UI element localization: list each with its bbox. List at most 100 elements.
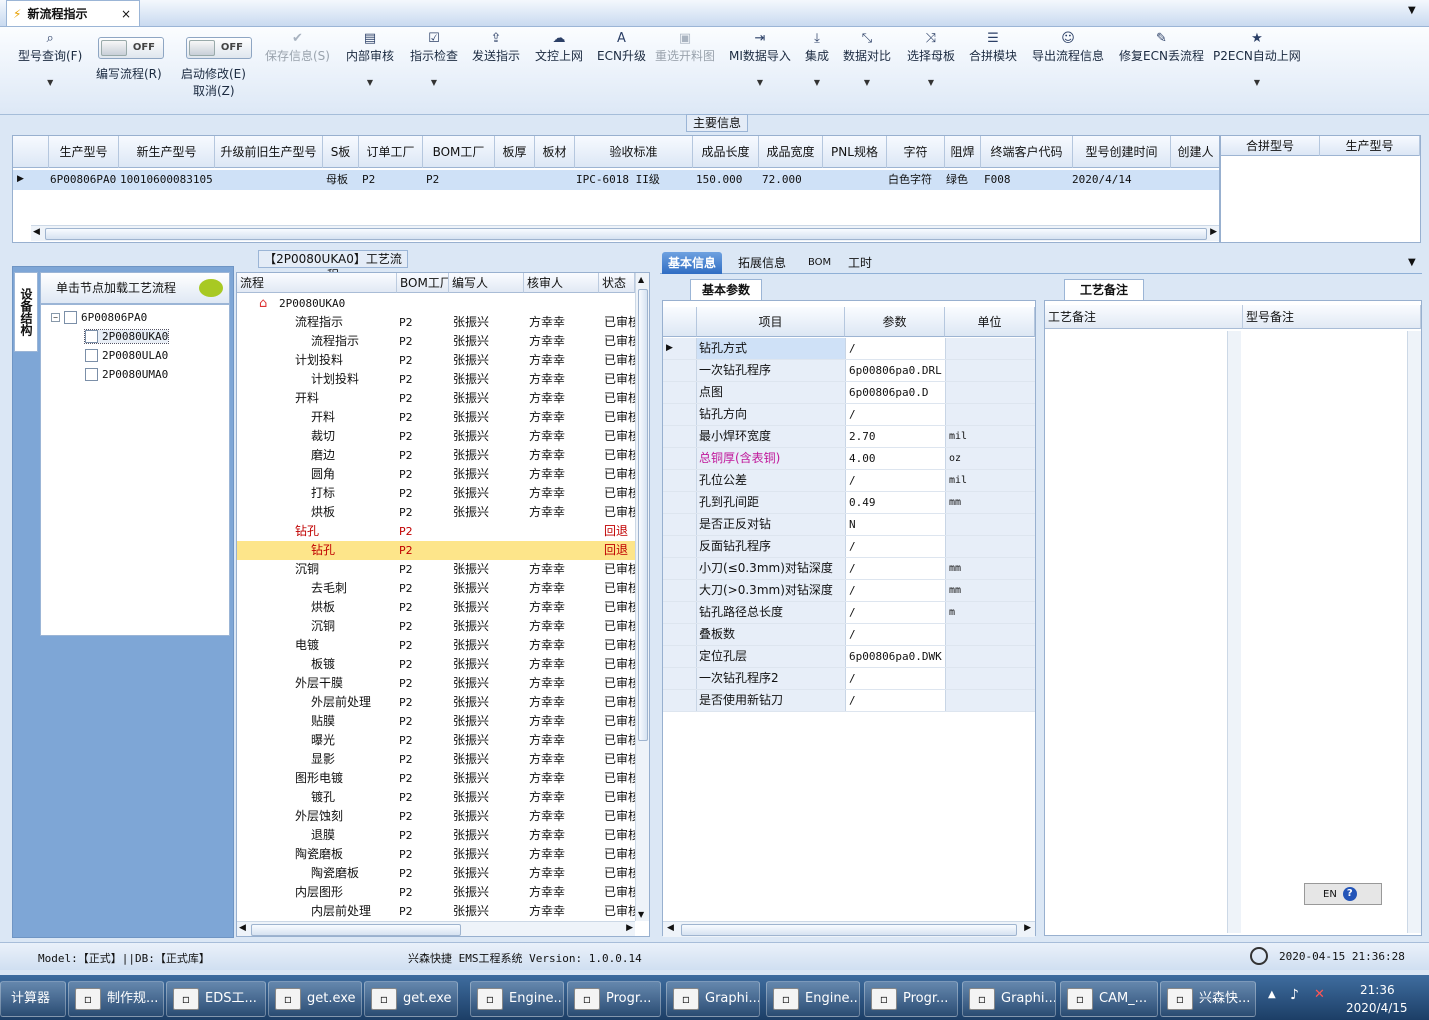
- model-query-button[interactable]: ⌕ 型号查询(F) ▼: [18, 31, 82, 87]
- param-row[interactable]: 反面钻孔程序 /: [663, 536, 1035, 558]
- tree-node-child[interactable]: 2P0080UMA0: [85, 368, 168, 381]
- cancel-label[interactable]: 取消(Z): [193, 82, 235, 99]
- taskbar-item[interactable]: ▫ Progr...: [567, 981, 661, 1017]
- tab-device-structure[interactable]: 设备结构: [14, 272, 38, 352]
- process-row[interactable]: 沉铜 P2 张振兴 方幸幸 已审核: [237, 617, 635, 636]
- collapse-icon[interactable]: −: [51, 313, 60, 322]
- param-value[interactable]: /: [845, 580, 945, 601]
- param-value[interactable]: 0.49: [845, 492, 945, 513]
- param-value[interactable]: /: [845, 558, 945, 579]
- param-row[interactable]: 孔到孔间距 0.49 mm: [663, 492, 1035, 514]
- param-value[interactable]: /: [845, 404, 945, 425]
- col-header[interactable]: 工艺备注: [1045, 305, 1243, 329]
- process-row[interactable]: −计划投料P2张振兴方幸幸已审核: [237, 351, 635, 370]
- param-row[interactable]: 钻孔方向 /: [663, 404, 1035, 426]
- col-header[interactable]: 状态: [599, 273, 635, 293]
- col-header[interactable]: 验收标准: [575, 136, 693, 168]
- cell-customer-code[interactable]: F008: [981, 170, 1073, 190]
- select-mother-board-button[interactable]: ⤨ 选择母板 ▼: [907, 31, 955, 87]
- tab-basic-params[interactable]: 基本参数: [690, 279, 762, 300]
- tree-node-child[interactable]: 2P0080UKA0: [83, 329, 170, 344]
- vertical-scrollbar[interactable]: [1227, 331, 1241, 933]
- save-info-button[interactable]: ✔ 保存信息(S): [265, 31, 330, 64]
- process-row[interactable]: −钻孔P2回退: [237, 522, 635, 541]
- col-header[interactable]: 升级前旧生产型号: [215, 136, 323, 168]
- process-row[interactable]: 外层前处理 P2 张振兴 方幸幸 已审核: [237, 693, 635, 712]
- param-value[interactable]: N: [845, 514, 945, 535]
- scroll-left-icon[interactable]: ◀: [239, 923, 246, 933]
- tab-bom[interactable]: BOM: [802, 252, 837, 274]
- col-header[interactable]: 项目: [697, 307, 845, 337]
- process-row[interactable]: 圆角 P2 张振兴 方幸幸 已审核: [237, 465, 635, 484]
- process-row[interactable]: 板镀 P2 张振兴 方幸幸 已审核: [237, 655, 635, 674]
- cell-length[interactable]: 150.000: [693, 170, 759, 190]
- scroll-right-icon[interactable]: ▶: [1210, 227, 1217, 237]
- process-root-row[interactable]: − ⌂ 2P0080UKA0: [237, 294, 635, 313]
- process-row[interactable]: −电镀P2张振兴方幸幸已审核: [237, 636, 635, 655]
- col-header[interactable]: 生产型号: [1320, 136, 1420, 156]
- data-compare-button[interactable]: ⤡ 数据对比 ▼: [843, 31, 891, 87]
- process-row[interactable]: 烘板 P2 张振兴 方幸幸 已审核: [237, 503, 635, 522]
- process-row[interactable]: 烘板 P2 张振兴 方幸幸 已审核: [237, 598, 635, 617]
- clock-time[interactable]: 21:36: [1360, 983, 1395, 997]
- process-row[interactable]: −外层蚀刻P2张振兴方幸幸已审核: [237, 807, 635, 826]
- col-header[interactable]: 合拼型号: [1221, 136, 1320, 156]
- clock-date[interactable]: 2020/4/15: [1346, 1001, 1408, 1015]
- taskbar-item[interactable]: ▫ 制作规...: [68, 981, 164, 1017]
- ecn-upgrade-button[interactable]: A ECN升级: [597, 31, 646, 64]
- param-row[interactable]: 钻孔路径总长度 / m: [663, 602, 1035, 624]
- tree-node-child[interactable]: 2P0080ULA0: [85, 349, 168, 362]
- taskbar-item[interactable]: ▫ get.exe: [268, 981, 362, 1017]
- cell-model[interactable]: 6P00806PA0: [47, 170, 119, 190]
- col-header[interactable]: 板厚: [495, 136, 535, 168]
- param-value[interactable]: /: [845, 338, 945, 359]
- scroll-right-icon[interactable]: ▶: [1024, 923, 1031, 933]
- network-error-icon[interactable]: ✕: [1314, 987, 1325, 1002]
- param-value[interactable]: /: [845, 536, 945, 557]
- col-header[interactable]: BOM工厂: [397, 273, 449, 293]
- param-value[interactable]: /: [845, 690, 945, 711]
- tab-work-hours[interactable]: 工时: [842, 252, 878, 274]
- scrollbar-thumb[interactable]: [45, 228, 1207, 240]
- param-row[interactable]: 定位孔层 6p00806pa0.DWK: [663, 646, 1035, 668]
- param-value[interactable]: 4.00: [845, 448, 945, 469]
- col-header[interactable]: 订单工厂: [359, 136, 423, 168]
- scrollbar-thumb[interactable]: [251, 924, 461, 936]
- param-value[interactable]: /: [845, 470, 945, 491]
- process-row[interactable]: 流程指示 P2 张振兴 方幸幸 已审核: [237, 332, 635, 351]
- tray-arrow-icon[interactable]: ▲: [1268, 989, 1276, 1000]
- param-value[interactable]: /: [845, 668, 945, 689]
- param-row[interactable]: 叠板数 /: [663, 624, 1035, 646]
- col-header[interactable]: 生产型号: [49, 136, 119, 168]
- col-header[interactable]: 流程: [237, 273, 397, 293]
- horizontal-scrollbar[interactable]: ◀ ▶: [663, 921, 1035, 937]
- col-header[interactable]: 成品宽度: [759, 136, 823, 168]
- col-header[interactable]: PNL规格: [823, 136, 887, 168]
- scroll-down-icon[interactable]: ▼: [638, 910, 644, 919]
- reselect-cutting-chart-button[interactable]: ▣ 重选开料图: [655, 31, 715, 64]
- cell-solder-mask[interactable]: 绿色: [943, 170, 981, 190]
- param-row[interactable]: 总铜厚(含表铜) 4.00 oz: [663, 448, 1035, 470]
- help-icon[interactable]: ?: [1342, 887, 1357, 901]
- process-row[interactable]: −图形电镀P2张振兴方幸幸已审核: [237, 769, 635, 788]
- col-header[interactable]: 新生产型号: [119, 136, 215, 168]
- param-row[interactable]: 点图 6p00806pa0.D: [663, 382, 1035, 404]
- scrollbar-thumb[interactable]: [638, 289, 648, 741]
- speaker-icon[interactable]: ♪: [1290, 987, 1299, 1003]
- process-row[interactable]: 计划投料 P2 张振兴 方幸幸 已审核: [237, 370, 635, 389]
- param-row[interactable]: 大刀(>0.3mm)对钻深度 / mm: [663, 580, 1035, 602]
- process-row[interactable]: 去毛刺 P2 张振兴 方幸幸 已审核: [237, 579, 635, 598]
- merge-module-button[interactable]: ☰ 合拼模块: [969, 31, 1017, 64]
- col-header[interactable]: 终端客户代码: [981, 136, 1073, 168]
- col-header[interactable]: 阻焊: [945, 136, 981, 168]
- edit-flow-toggle[interactable]: OFF: [98, 37, 164, 59]
- process-row[interactable]: 内层前处理 P2 张振兴 方幸幸 已审核: [237, 902, 635, 921]
- ime-toolbar[interactable]: EN ?: [1304, 883, 1382, 905]
- process-row[interactable]: 陶瓷磨板 P2 张振兴 方幸幸 已审核: [237, 864, 635, 883]
- p2ecn-auto-online-button[interactable]: ★ P2ECN自动上网 ▼: [1213, 31, 1301, 87]
- cell-s-board[interactable]: 母板: [323, 170, 359, 190]
- col-header[interactable]: 成品长度: [693, 136, 759, 168]
- start-modify-toggle[interactable]: OFF: [186, 37, 252, 59]
- col-header[interactable]: 型号创建时间: [1073, 136, 1171, 168]
- instruction-check-button[interactable]: ☑ 指示检查 ▼: [410, 31, 458, 87]
